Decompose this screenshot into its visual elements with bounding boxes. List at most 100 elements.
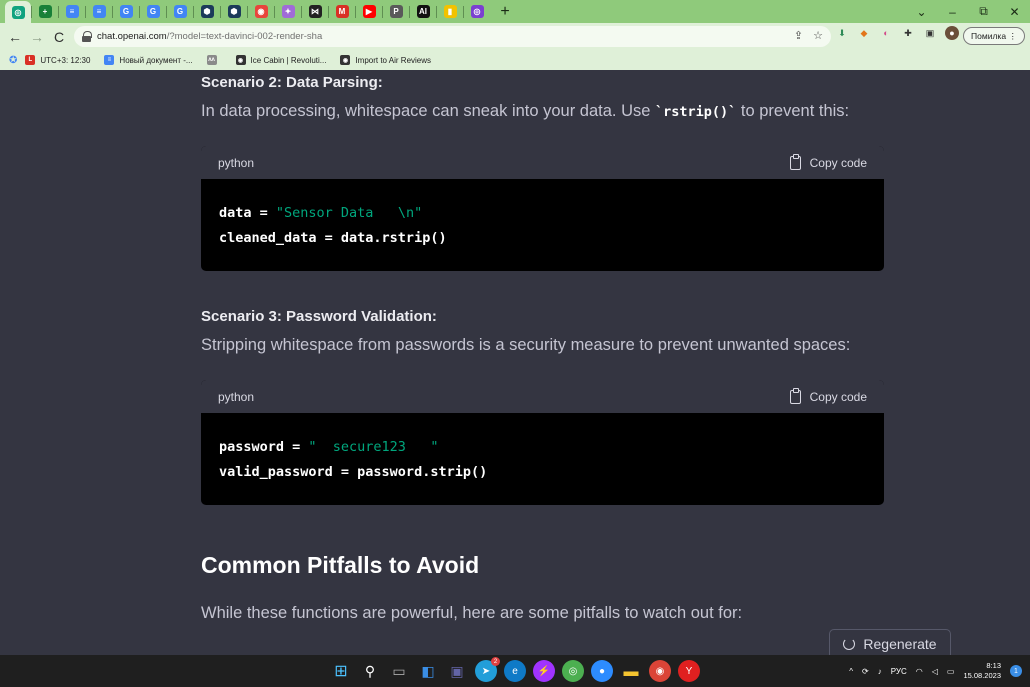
scenario-2-title: Scenario 2: Data Parsing:	[201, 74, 383, 91]
browser-tab[interactable]: M	[329, 1, 355, 22]
chevron-up-icon[interactable]: ^	[849, 667, 853, 676]
zoom-icon[interactable]: ●	[591, 660, 613, 682]
microphone-icon[interactable]: ♪	[878, 667, 882, 676]
wifi-icon[interactable]: ◠	[916, 667, 923, 676]
ai-icon: AI	[416, 5, 430, 18]
chrome-icon[interactable]: ◉	[649, 660, 671, 682]
chrome-green-icon[interactable]: ◎	[562, 660, 584, 682]
messenger-icon[interactable]: ⚡	[533, 660, 555, 682]
docs-icon: ≡	[92, 5, 106, 18]
taskbar: ⊞ ⚲ ▭ ◧ ▣ ➤ 2 e ⚡ ◎ ● ▬ ◉ Y ^ ⟳ ♪ РУС ◠ ◁…	[0, 655, 1030, 687]
bookmark-item[interactable]: ≡ Новый документ -...	[104, 55, 193, 65]
bookmark-item[interactable]: ◉ Ice Cabin | Revoluti...	[235, 55, 327, 65]
telegram-icon[interactable]: ➤ 2	[475, 657, 500, 682]
search-icon[interactable]: ⚲	[359, 660, 381, 682]
browser-tab[interactable]: P	[383, 1, 409, 22]
scenario-3-title: Scenario 3: Password Validation:	[201, 308, 437, 325]
sparkle-icon: ✦	[281, 5, 295, 18]
url-path: /?model=text-davinci-002-render-sha	[166, 31, 323, 42]
regenerate-button[interactable]: Regenerate	[829, 629, 951, 655]
browser-tab[interactable]: ◎	[5, 1, 31, 24]
browser-tab[interactable]: ✦	[275, 1, 301, 22]
sync-icon[interactable]: ⟳	[862, 667, 869, 676]
bookmark-item[interactable]: ʌʌ	[206, 55, 222, 65]
avatar[interactable]: ●	[945, 26, 959, 40]
apps-icon[interactable]: ✪	[9, 55, 17, 66]
camera-lens-icon: ◎	[470, 5, 484, 18]
browser-tab[interactable]: ◉	[248, 1, 274, 22]
back-button[interactable]: ←	[4, 29, 26, 45]
code-block-header: python Copy code	[201, 380, 884, 413]
code-language: python	[218, 389, 255, 404]
close-window-button[interactable]: ✕	[999, 5, 1030, 19]
browser-tab[interactable]: ≡	[86, 1, 112, 22]
battery-icon[interactable]: ▭	[947, 667, 955, 676]
teams-chat-icon[interactable]: ▣	[446, 660, 468, 682]
section-heading: Common Pitfalls to Avoid	[201, 552, 480, 578]
browser-tab[interactable]: ▮	[437, 1, 463, 22]
bookmark-star-icon[interactable]: ☆	[813, 29, 823, 42]
bookmark-item[interactable]: ◉ Import to Air Reviews	[340, 55, 431, 65]
browser-tab[interactable]: AI	[410, 1, 436, 22]
extension-icon[interactable]: ⬇	[835, 26, 849, 40]
browser-tab[interactable]: ▶	[356, 1, 382, 22]
notification-badge[interactable]: 1	[1010, 665, 1022, 677]
restore-button[interactable]: ⧉	[968, 4, 999, 19]
metamask-icon[interactable]: ◆	[857, 26, 871, 40]
system-tray: ^ ⟳ ♪ РУС ◠ ◁ ▭ 8:13 15.08.2023 1	[849, 655, 1022, 687]
translate-icon: G	[119, 5, 133, 18]
forward-button[interactable]: →	[26, 29, 48, 45]
profile-error-button[interactable]: Помилка ⋮	[963, 27, 1025, 45]
side-panel-icon[interactable]: ▣	[923, 26, 937, 40]
language-indicator[interactable]: РУС	[891, 667, 907, 676]
browser-tab[interactable]: G	[113, 1, 139, 22]
reload-button[interactable]: C	[48, 29, 70, 45]
browser-tab[interactable]: ≡	[59, 1, 85, 22]
bookmark-item[interactable]: L UTC+3: 12:30	[25, 55, 90, 65]
browser-tab[interactable]: ◎	[464, 1, 490, 22]
code-language: python	[218, 155, 255, 170]
yandex-icon[interactable]: Y	[678, 660, 700, 682]
clipboard-icon	[789, 153, 801, 170]
new-tab-button[interactable]: +	[494, 1, 516, 23]
browser-tab[interactable]: ⬢	[194, 1, 220, 22]
code-block: python Copy code data = "Sensor Data \n"…	[201, 146, 884, 271]
edge-icon[interactable]: e	[504, 660, 526, 682]
bookmark-label: Ice Cabin | Revoluti...	[250, 55, 327, 65]
widgets-icon[interactable]: ◧	[417, 660, 439, 682]
minimize-button[interactable]: –	[937, 5, 968, 19]
bookmark-list: L UTC+3: 12:30 ≡ Новый документ -... ʌʌ ◉ Ice …	[25, 55, 445, 65]
hexagon-icon: ⬢	[200, 5, 214, 18]
url-field[interactable]: chat.openai.com/?model=text-davinci-002-…	[74, 26, 831, 47]
browser-tab[interactable]: G	[140, 1, 166, 22]
tab-search-icon[interactable]: ⌄	[906, 5, 937, 19]
taskbar-apps: ⊞ ⚲ ▭ ◧ ▣ ➤ 2 e ⚡ ◎ ● ▬ ◉ Y	[330, 657, 700, 682]
scenario-2-text: In data processing, whitespace can sneak…	[201, 102, 850, 120]
code-content: password = " secure123 " valid_password …	[219, 439, 488, 480]
bookmark-label: UTC+3: 12:30	[40, 55, 91, 65]
pitfalls-text: While these functions are powerful, here…	[201, 604, 743, 622]
share-icon[interactable]: ⇪	[794, 29, 803, 42]
lock-icon[interactable]	[82, 31, 92, 42]
copy-code-button[interactable]: Copy code	[789, 387, 867, 404]
bookmarks-bar: ✪ L UTC+3: 12:30 ≡ Новый документ -... ʌʌ ◉ Ic…	[0, 50, 1030, 70]
browser-tab[interactable]: G	[167, 1, 193, 22]
browser-tab[interactable]: +	[32, 1, 58, 22]
clock[interactable]: 8:13 15.08.2023	[963, 661, 1001, 681]
puzzle-icon[interactable]: ✚	[901, 26, 915, 40]
file-explorer-icon[interactable]: ▬	[620, 660, 642, 682]
mountain-icon: ʌʌ	[206, 55, 217, 65]
tab-strip: ◎ + ≡ ≡ G G G ⬢ ⬢ ◉ ✦ ⋈ M ▶ P AI ▮ ◎ + ⌄ – ⧉ ✕	[0, 0, 1030, 24]
refresh-icon	[843, 638, 856, 650]
browser-tab[interactable]: ⋈	[302, 1, 328, 22]
hexagon-icon: ⬢	[227, 5, 241, 18]
copy-code-button[interactable]: Copy code	[789, 153, 867, 170]
extension-icon[interactable]: ◐	[879, 26, 893, 40]
profile-error-label: Помилка	[971, 31, 1007, 41]
volume-icon[interactable]: ◁	[932, 667, 938, 676]
code-content: data = "Sensor Data \n" cleaned_data = d…	[219, 205, 447, 246]
bookmark-label: Новый документ -...	[119, 55, 193, 65]
browser-tab[interactable]: ⬢	[221, 1, 247, 22]
windows-start-icon[interactable]: ⊞	[330, 660, 352, 682]
task-view-icon[interactable]: ▭	[388, 660, 410, 682]
